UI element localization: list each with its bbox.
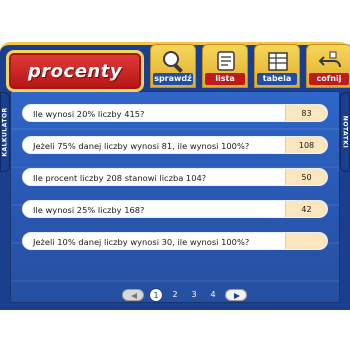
list-icon	[217, 51, 235, 71]
notes-tab[interactable]: NOTATKI	[340, 92, 350, 172]
prev-page-button[interactable]	[122, 289, 144, 301]
question-text: Ile wynosi 20% liczby 415?	[33, 109, 145, 119]
page-1[interactable]: 1	[149, 288, 163, 302]
question-row: Ile wynosi 25% liczby 168? 42	[22, 200, 328, 218]
answer-field[interactable]: 42	[285, 201, 327, 217]
toolbar: sprawdź lista tabela cofnij	[150, 44, 350, 88]
answer-field[interactable]: 50	[285, 169, 327, 185]
page-2[interactable]: 2	[168, 288, 182, 302]
page-4[interactable]: 4	[206, 288, 220, 302]
question-row: Jeżeli 10% danej liczby wynosi 30, ile w…	[22, 232, 328, 250]
undo-button[interactable]: cofnij	[306, 44, 350, 88]
app-title: procenty	[27, 60, 123, 82]
next-page-button[interactable]	[225, 289, 247, 301]
table-icon	[268, 52, 288, 71]
list-button[interactable]: lista	[202, 44, 248, 88]
table-button[interactable]: tabela	[254, 44, 300, 88]
calculator-tab[interactable]: KALKULATOR	[0, 92, 10, 172]
check-button[interactable]: sprawdź	[150, 44, 196, 88]
question-text: Jeżeli 75% danej liczby wynosi 81, ile w…	[33, 141, 250, 151]
answer-field[interactable]: 83	[285, 105, 327, 121]
pager: 1 2 3 4	[122, 286, 247, 304]
list-button-label: lista	[205, 73, 245, 85]
answer-field[interactable]	[285, 233, 327, 249]
question-text: Ile procent liczby 208 stanowi liczba 10…	[33, 173, 207, 183]
calculator-tab-label: KALKULATOR	[1, 107, 9, 157]
table-button-label: tabela	[257, 73, 297, 85]
magnifier-icon	[163, 51, 183, 73]
check-button-label: sprawdź	[153, 73, 193, 85]
undo-icon	[318, 51, 341, 68]
answer-field[interactable]: 108	[285, 137, 327, 153]
question-text: Ile wynosi 25% liczby 168?	[33, 205, 145, 215]
question-row: Jeżeli 75% danej liczby wynosi 81, ile w…	[22, 136, 328, 154]
arrow-left-icon	[131, 293, 137, 299]
question-row: Ile wynosi 20% liczby 415? 83	[22, 104, 328, 122]
app-title-badge: procenty	[6, 50, 144, 92]
question-panel	[10, 91, 340, 303]
page-3[interactable]: 3	[187, 288, 201, 302]
notes-tab-label: NOTATKI	[341, 115, 349, 149]
undo-button-label: cofnij	[309, 73, 349, 85]
arrow-right-icon	[234, 293, 240, 299]
question-row: Ile procent liczby 208 stanowi liczba 10…	[22, 168, 328, 186]
question-text: Jeżeli 10% danej liczby wynosi 30, ile w…	[33, 237, 250, 247]
